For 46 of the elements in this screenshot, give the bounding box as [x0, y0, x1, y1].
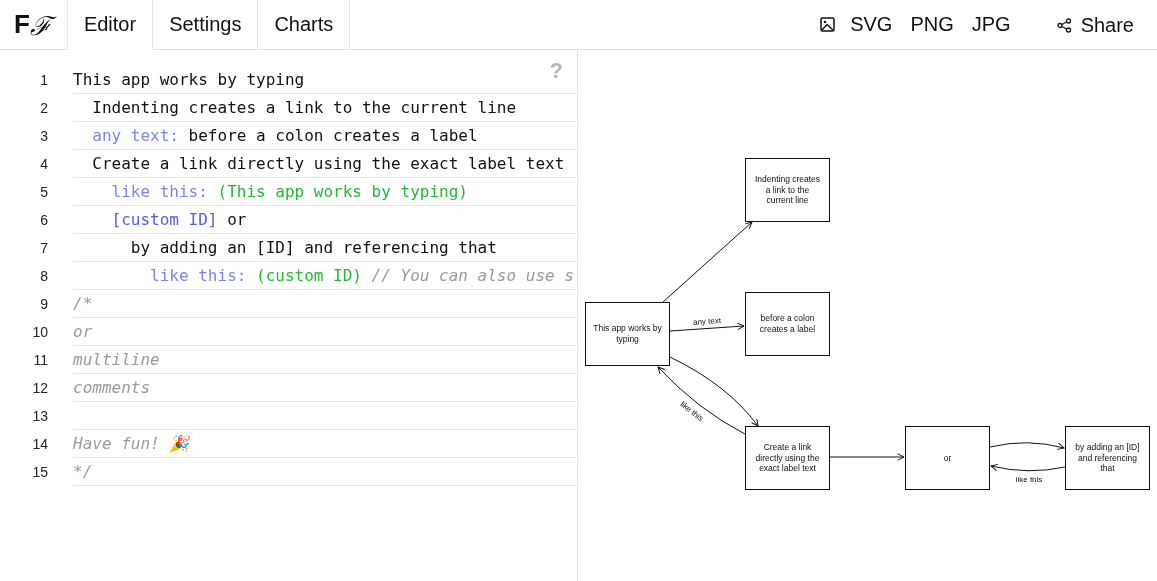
- line-number: 14: [31, 436, 49, 452]
- code-line: Have fun! 🎉: [73, 434, 190, 453]
- line-number: 2: [39, 100, 49, 116]
- code-line: comments: [73, 378, 151, 397]
- export-button[interactable]: PNG: [901, 0, 963, 50]
- line-number: 10: [31, 324, 49, 340]
- code-line: */: [73, 462, 93, 481]
- code-line: multiline: [73, 350, 160, 369]
- diagram-node: or: [905, 426, 990, 490]
- code-line: by adding an [ID] and referencing that: [129, 238, 497, 257]
- nav-tab[interactable]: Editor: [67, 0, 154, 50]
- line-number: 5: [39, 184, 49, 200]
- diagram-node: before a colon creates a label: [745, 292, 830, 356]
- app-logo: Fℱ: [0, 0, 68, 49]
- code-line: or: [73, 322, 93, 341]
- edge-label: like this: [678, 399, 705, 424]
- code-line: like this: (custom ID) // You can also use s: [149, 266, 574, 285]
- code-line: /*: [73, 294, 93, 313]
- image-icon: [820, 17, 836, 32]
- code-line: This app works by typing: [73, 70, 305, 89]
- code-line: any text: before a colon creates a label: [91, 126, 478, 145]
- diagram-node: This app works by typing: [585, 302, 670, 366]
- line-number: 7: [39, 240, 49, 256]
- code-line: like this: (This app works by typing): [110, 182, 468, 201]
- edge-label: any text: [692, 316, 722, 327]
- code-line: Indenting creates a link to the current line: [91, 98, 517, 117]
- diagram-node: by adding an [ID] and referencing that: [1065, 426, 1150, 490]
- export-button[interactable]: JPG: [962, 0, 1020, 50]
- line-number: 15: [31, 464, 49, 480]
- diagram-node: Create a link directly using the exact label text: [745, 426, 830, 490]
- line-number: 1: [39, 72, 49, 88]
- line-number: 6: [39, 212, 49, 228]
- line-number: 3: [39, 128, 49, 144]
- export-button[interactable]: SVG: [841, 0, 902, 50]
- line-number: 4: [39, 156, 49, 172]
- line-number: 9: [39, 296, 49, 312]
- share-icon: [1056, 17, 1072, 33]
- code-line: [custom ID] or: [110, 210, 247, 229]
- line-number: 8: [39, 268, 49, 284]
- code-line: Create a link directly using the exact label text: [91, 154, 565, 173]
- line-number: 11: [32, 352, 49, 368]
- line-number: 12: [31, 380, 49, 396]
- diagram-node: Indenting creates a link to the current line: [745, 158, 830, 222]
- line-number: 13: [31, 408, 49, 424]
- edge-label: like this: [1015, 475, 1043, 484]
- share-button[interactable]: Share: [1047, 0, 1143, 50]
